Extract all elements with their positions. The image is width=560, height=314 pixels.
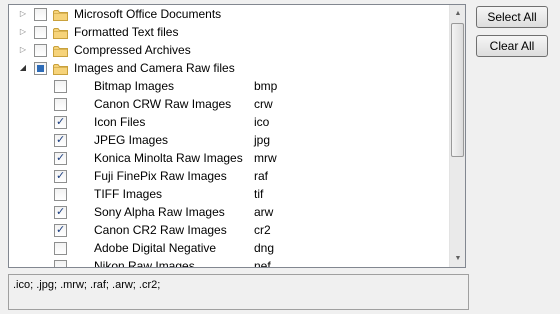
- selected-extensions-text: .ico; .jpg; .mrw; .raf; .arw; .cr2;: [13, 279, 161, 291]
- file-type-row[interactable]: Nikon Raw Images nef: [9, 257, 449, 268]
- scroll-up-arrow-icon[interactable]: ▲: [450, 5, 465, 22]
- file-type-label: Adobe Digital Negative: [94, 241, 217, 255]
- checkmark-icon: ✓: [56, 151, 66, 164]
- file-type-extension: ico: [254, 115, 270, 129]
- file-type-list: ▷ Microsoft Office Documents ▷ Formatted Te…: [9, 5, 449, 268]
- checkmark-icon: ✓: [56, 205, 66, 218]
- checkmark-icon: ✓: [56, 133, 66, 146]
- file-type-checkbox[interactable]: ✓: [54, 169, 67, 183]
- file-type-checkbox[interactable]: ✓: [54, 133, 67, 147]
- file-type-tree[interactable]: ▷ Microsoft Office Documents ▷ Formatted Te…: [8, 4, 466, 268]
- file-type-row[interactable]: ✓ Sony Alpha Raw Images arw: [9, 203, 449, 221]
- category-checkbox[interactable]: [34, 44, 47, 57]
- expand-arrow-icon[interactable]: ▷: [18, 5, 28, 23]
- file-type-label: Canon CR2 Raw Images: [94, 223, 227, 237]
- file-type-row[interactable]: ✓ Fuji FinePix Raw Images raf: [9, 167, 449, 185]
- vertical-scrollbar[interactable]: ▲ ▼: [449, 5, 465, 267]
- folder-icon: [53, 62, 68, 75]
- file-type-label: Konica Minolta Raw Images: [94, 151, 243, 165]
- file-type-label: TIFF Images: [94, 187, 163, 201]
- file-type-extension: mrw: [254, 151, 277, 165]
- select-all-button[interactable]: Select All: [476, 6, 548, 28]
- category-row[interactable]: ▷ Microsoft Office Documents: [9, 5, 449, 23]
- file-type-extension: cr2: [254, 223, 271, 237]
- folder-icon: [53, 26, 68, 39]
- category-label: Images and Camera Raw files: [74, 61, 235, 75]
- category-checkbox[interactable]: [34, 8, 47, 21]
- checkmark-icon: ✓: [56, 115, 66, 128]
- folder-icon: [53, 8, 68, 21]
- file-type-row[interactable]: TIFF Images tif: [9, 185, 449, 203]
- checkmark-icon: ✓: [56, 223, 66, 236]
- file-type-checkbox[interactable]: ✓: [54, 115, 67, 129]
- expand-arrow-icon[interactable]: ▷: [18, 41, 28, 59]
- category-row[interactable]: ▷ Compressed Archives: [9, 41, 449, 59]
- category-checkbox[interactable]: [34, 26, 47, 39]
- file-type-checkbox[interactable]: [54, 80, 67, 93]
- file-type-checkbox[interactable]: [54, 260, 67, 267]
- file-type-label: Bitmap Images: [94, 79, 175, 93]
- file-type-extension: tif: [254, 187, 264, 201]
- folder-icon: [53, 44, 68, 57]
- category-checkbox[interactable]: [34, 62, 47, 75]
- file-type-label: Nikon Raw Images: [94, 259, 195, 268]
- file-type-checkbox[interactable]: ✓: [54, 205, 67, 219]
- file-type-extension: raf: [254, 169, 269, 183]
- file-type-checkbox[interactable]: ✓: [54, 151, 67, 165]
- file-type-label: JPEG Images: [94, 133, 169, 147]
- file-type-label: Canon CRW Raw Images: [94, 97, 232, 111]
- file-type-row[interactable]: ✓ Konica Minolta Raw Images mrw: [9, 149, 449, 167]
- file-type-row[interactable]: ✓ Canon CR2 Raw Images cr2: [9, 221, 449, 239]
- file-type-checkbox[interactable]: [54, 98, 67, 111]
- file-type-extension: bmp: [254, 79, 278, 93]
- scroll-thumb[interactable]: [451, 23, 464, 157]
- checkmark-icon: ✓: [56, 169, 66, 182]
- file-type-extension: crw: [254, 97, 273, 111]
- category-row[interactable]: ▷ Formatted Text files: [9, 23, 449, 41]
- file-type-extension: arw: [254, 205, 274, 219]
- file-type-label: Icon Files: [94, 115, 146, 129]
- file-type-checkbox[interactable]: ✓: [54, 223, 67, 237]
- file-type-row[interactable]: ✓ Icon Files ico: [9, 113, 449, 131]
- file-type-checkbox[interactable]: [54, 242, 67, 255]
- category-label: Compressed Archives: [74, 43, 191, 57]
- file-type-extension: dng: [254, 241, 275, 255]
- expand-arrow-icon[interactable]: ▷: [18, 23, 28, 41]
- category-row[interactable]: ◢ Images and Camera Raw files: [9, 59, 449, 77]
- category-label: Microsoft Office Documents: [74, 7, 222, 21]
- file-type-label: Sony Alpha Raw Images: [94, 205, 225, 219]
- collapse-arrow-icon[interactable]: ◢: [18, 59, 28, 77]
- file-type-row[interactable]: Canon CRW Raw Images crw: [9, 95, 449, 113]
- selected-extensions-field[interactable]: .ico; .jpg; .mrw; .raf; .arw; .cr2;: [8, 274, 469, 310]
- file-type-extension: jpg: [254, 133, 271, 147]
- file-type-row[interactable]: ✓ JPEG Images jpg: [9, 131, 449, 149]
- file-type-row[interactable]: Adobe Digital Negative dng: [9, 239, 449, 257]
- scroll-down-arrow-icon[interactable]: ▼: [450, 250, 465, 267]
- file-type-extension: nef: [254, 259, 271, 268]
- clear-all-button[interactable]: Clear All: [476, 35, 548, 57]
- file-type-checkbox[interactable]: [54, 188, 67, 201]
- file-type-label: Fuji FinePix Raw Images: [94, 169, 227, 183]
- file-type-row[interactable]: Bitmap Images bmp: [9, 77, 449, 95]
- category-label: Formatted Text files: [74, 25, 179, 39]
